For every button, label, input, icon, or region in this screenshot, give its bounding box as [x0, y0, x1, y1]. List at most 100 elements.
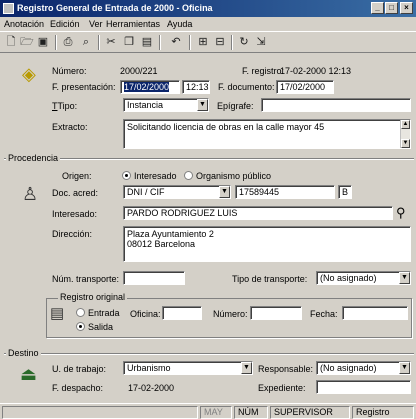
- direccion-line2: 08012 Barcelona: [127, 239, 196, 249]
- direccion-line1: Plaza Ayuntamiento 2: [127, 229, 214, 239]
- toolbar: 🗋 🗁 ▣ ⎙ ⌕ ✂ ❐ ▤ ↶ ⊞ ⊟ ↻ ⇲: [0, 31, 416, 53]
- scroll-up-icon[interactable]: ▲: [401, 120, 410, 129]
- u-trabajo-value: Urbanismo: [127, 363, 171, 373]
- tipo-label: TTipo:: [52, 101, 78, 111]
- expediente-field[interactable]: [316, 380, 411, 394]
- registro-salida-radio[interactable]: [76, 322, 85, 331]
- expediente-label: Expediente:: [258, 383, 306, 393]
- disk-icon[interactable]: ⊟: [212, 35, 228, 50]
- u-trabajo-combo[interactable]: Urbanismo ▼: [123, 361, 253, 375]
- doc-numero-field[interactable]: 17589445: [235, 185, 335, 199]
- num-transporte-label: Núm. transporte:: [52, 274, 120, 284]
- origen-interesado-label: Interesado: [134, 171, 177, 181]
- chevron-down-icon[interactable]: ▼: [219, 186, 230, 198]
- document-stamp-icon: ▤: [50, 305, 65, 322]
- registro-salida-label: Salida: [88, 322, 114, 332]
- registro-numero-label: Número:: [213, 309, 248, 319]
- tipo-combo[interactable]: Instancia ▼: [123, 98, 209, 112]
- app-icon[interactable]: [3, 3, 14, 14]
- status-caps: MAY: [200, 406, 232, 419]
- registro-numero-field[interactable]: [250, 306, 302, 320]
- copy-icon[interactable]: ❐: [121, 35, 137, 50]
- doc-letra-field[interactable]: B: [338, 185, 352, 199]
- procedencia-divider: [4, 158, 414, 160]
- chevron-down-icon[interactable]: ▼: [399, 272, 410, 284]
- responsable-label: Responsable:: [258, 364, 314, 374]
- chevron-down-icon[interactable]: ▼: [399, 362, 410, 374]
- direccion-textarea[interactable]: Plaza Ayuntamiento 2 08012 Barcelona: [123, 226, 411, 262]
- doc-acred-label: Doc. acred:: [52, 188, 99, 198]
- new-icon[interactable]: 🗋: [3, 35, 19, 50]
- title-bar: Registro General de Entrada de 2000 - Of…: [0, 0, 416, 17]
- paste-icon[interactable]: ▤: [139, 35, 155, 50]
- chevron-down-icon[interactable]: ▼: [197, 99, 208, 111]
- extracto-label: Extracto:: [52, 122, 88, 132]
- responsable-combo[interactable]: (No asignado) ▼: [316, 361, 411, 375]
- cut-icon[interactable]: ✂: [103, 35, 119, 50]
- epigrafe-field[interactable]: [261, 98, 411, 112]
- status-user: SUPERVISOR: [270, 406, 350, 419]
- numero-label: Número:: [52, 66, 87, 76]
- tipo-transporte-combo[interactable]: (No asignado) ▼: [316, 271, 411, 285]
- menu-ver[interactable]: Ver: [89, 19, 103, 29]
- export-icon[interactable]: ⇲: [253, 35, 269, 50]
- f-documento-field[interactable]: 17/02/2000: [276, 80, 334, 94]
- u-trabajo-label: U. de trabajo:: [52, 364, 107, 374]
- open-icon[interactable]: 🗁: [19, 35, 35, 50]
- destino-title: Destino: [6, 348, 41, 358]
- undo-icon[interactable]: ↶: [168, 35, 184, 50]
- registro-entrada-radio[interactable]: [76, 308, 85, 317]
- epigrafe-label: Epígrafe:: [217, 101, 254, 111]
- origen-interesado-radio[interactable]: [122, 171, 131, 180]
- chevron-down-icon[interactable]: ▼: [241, 362, 252, 374]
- f-registro-value: 17-02-2000 12:13: [280, 66, 352, 76]
- f-presentacion-date-field[interactable]: 17/02/2000: [120, 80, 180, 94]
- origen-organismo-label: Organismo público: [196, 171, 272, 181]
- ticket-icon: ◈: [22, 64, 36, 84]
- binoculars-icon[interactable]: ⚲: [396, 203, 406, 223]
- menu-edicion[interactable]: Edición: [50, 19, 80, 29]
- status-bar: MAY NÚM SUPERVISOR Registro: [0, 403, 416, 419]
- destino-divider: [4, 353, 414, 355]
- menu-anotacion[interactable]: Anotación: [4, 19, 44, 29]
- extracto-textarea[interactable]: Solicitando licencia de obras en la call…: [123, 119, 411, 149]
- f-despacho-label: F. despacho:: [52, 383, 104, 393]
- interesado-field[interactable]: PARDO RODRIGUEZ LUIS: [123, 206, 393, 220]
- print-preview-icon[interactable]: ⌕: [78, 35, 94, 50]
- menu-ayuda[interactable]: Ayuda: [167, 19, 192, 29]
- extracto-value: Solicitando licencia de obras en la call…: [127, 122, 325, 132]
- toolbar-separator: [55, 35, 57, 50]
- register-icon[interactable]: ⊞: [195, 35, 211, 50]
- print-icon[interactable]: ⎙: [60, 35, 76, 50]
- person-icon: ♙: [22, 184, 39, 204]
- registro-original-title: Registro original: [58, 292, 128, 302]
- oficina-field[interactable]: [162, 306, 202, 320]
- fecha-label: Fecha:: [310, 309, 338, 319]
- num-transporte-field[interactable]: [123, 271, 185, 285]
- responsable-value: (No asignado): [320, 363, 377, 373]
- status-mode: Registro: [352, 406, 414, 419]
- fecha-field[interactable]: [342, 306, 408, 320]
- tipo-value: Instancia: [127, 100, 164, 110]
- toolbar-separator: [98, 35, 100, 50]
- oficina-label: Oficina:: [130, 309, 161, 319]
- extracto-scrollbar[interactable]: ▲ ▼: [400, 120, 410, 148]
- close-button[interactable]: ×: [400, 2, 413, 14]
- direccion-label: Dirección:: [52, 229, 93, 239]
- tray-icon: ⏏: [20, 364, 38, 384]
- tipo-transporte-value: (No asignado): [320, 273, 377, 283]
- toolbar-separator: [231, 35, 233, 50]
- scroll-down-icon[interactable]: ▼: [401, 139, 410, 148]
- refresh-icon[interactable]: ↻: [236, 35, 252, 50]
- doc-tipo-combo[interactable]: DNI / CIF ▼: [123, 185, 231, 199]
- f-presentacion-time-field[interactable]: 12:13: [182, 80, 210, 94]
- origen-organismo-radio[interactable]: [184, 171, 193, 180]
- minimize-button[interactable]: _: [371, 2, 384, 14]
- numero-value: 2000/221: [120, 66, 158, 76]
- save-icon[interactable]: ▣: [35, 35, 51, 50]
- menu-herramientas[interactable]: Herramientas: [106, 19, 160, 29]
- maximize-button[interactable]: □: [385, 2, 398, 14]
- menu-bar: Anotación Edición Ver Herramientas Ayuda: [0, 17, 416, 31]
- window-title: Registro General de Entrada de 2000 - Of…: [17, 3, 213, 13]
- status-num: NÚM: [234, 406, 268, 419]
